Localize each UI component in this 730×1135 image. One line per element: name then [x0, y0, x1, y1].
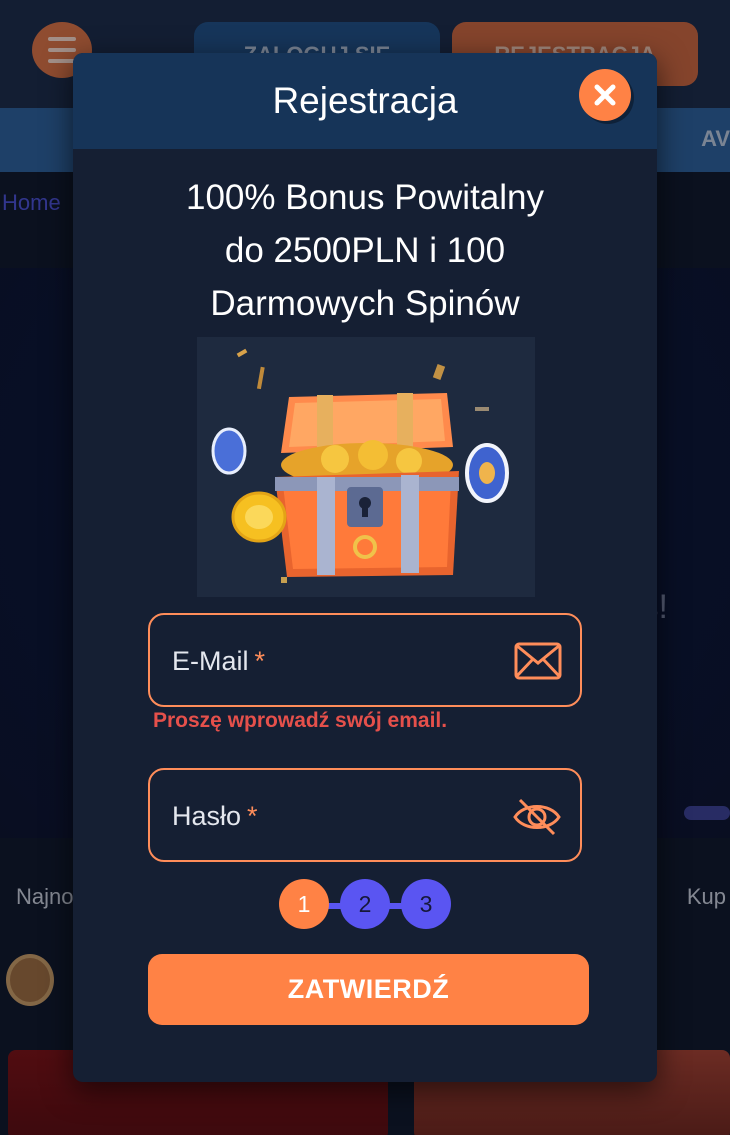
required-marker: *	[254, 646, 266, 676]
bonus-line: 100% Bonus Powitalny	[186, 178, 544, 217]
close-icon[interactable]	[579, 69, 631, 121]
submit-button[interactable]: ZATWIERDŹ	[148, 954, 589, 1025]
envelope-icon	[514, 641, 562, 686]
eye-slash-icon[interactable]	[512, 796, 562, 843]
email-label: E-Mail *	[172, 646, 265, 677]
step-3: 3	[401, 879, 451, 929]
modal-header: Rejestracja	[73, 53, 657, 149]
email-label-text: E-Mail	[172, 646, 249, 676]
email-field[interactable]: E-Mail *	[148, 613, 582, 707]
email-error-message: Proszę wprowadź swój email.	[153, 709, 448, 732]
password-label: Hasło *	[172, 801, 258, 832]
step-2: 2	[340, 879, 390, 929]
treasure-chest-image	[197, 337, 535, 597]
required-marker: *	[247, 801, 258, 831]
bonus-line: Darmowych Spinów	[210, 284, 520, 323]
bonus-headline: 100% Bonus Powitalny do 2500PLN i 100 Da…	[73, 171, 657, 330]
bonus-line: do 2500PLN i 100	[224, 231, 506, 270]
password-field[interactable]: Hasło *	[148, 768, 582, 862]
registration-modal: Rejestracja 100% Bonus Powitalny do 2500…	[73, 53, 657, 1082]
password-label-text: Hasło	[172, 801, 242, 831]
step-1: 1	[279, 879, 329, 929]
modal-title: Rejestracja	[272, 80, 458, 121]
step-indicator: 1 2 3	[279, 879, 457, 931]
